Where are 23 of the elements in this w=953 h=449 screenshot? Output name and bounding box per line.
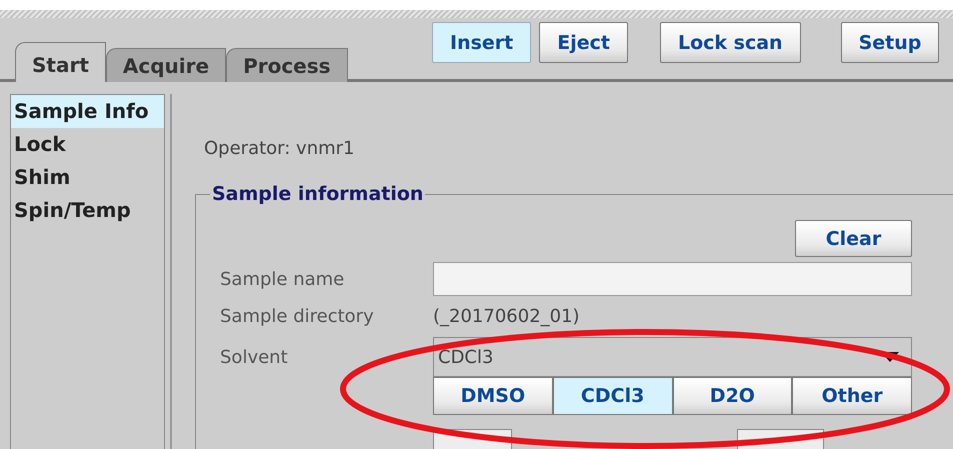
sidebar-item[interactable]: Lock xyxy=(11,128,164,161)
toolbar-button[interactable]: Lock scan xyxy=(660,22,801,63)
solvent-button[interactable]: D2O xyxy=(672,377,792,415)
field-label: Solvent xyxy=(220,346,289,368)
field-label: Sample directory xyxy=(220,306,375,327)
toolbar-button[interactable]: Eject xyxy=(539,22,628,63)
field-label: Sample name xyxy=(220,268,346,290)
sidebar-item[interactable]: Shim xyxy=(11,161,164,194)
tab[interactable]: Acquire xyxy=(106,48,226,82)
toolbar-button[interactable]: Insert xyxy=(432,22,532,63)
directory-value: (_20170602_01) xyxy=(433,306,580,327)
sidebar-item[interactable]: Spin/Temp xyxy=(11,194,164,227)
operator-label: Operator: vnmr1 xyxy=(204,137,356,161)
sample-name-field[interactable] xyxy=(433,262,912,296)
clear-button[interactable]: Clear xyxy=(795,220,912,257)
solvent-button[interactable]: Other xyxy=(792,377,912,415)
toolbar-button[interactable]: Setup xyxy=(840,22,940,63)
group-title: Sample information xyxy=(211,183,424,205)
tab[interactable]: Process xyxy=(226,48,348,82)
tab[interactable]: Start xyxy=(15,42,106,82)
sidebar-item[interactable]: Sample Info xyxy=(11,95,164,128)
solvent-button[interactable]: DMSO xyxy=(433,377,553,415)
solvent-button[interactable]: CDCl3 xyxy=(552,377,672,415)
